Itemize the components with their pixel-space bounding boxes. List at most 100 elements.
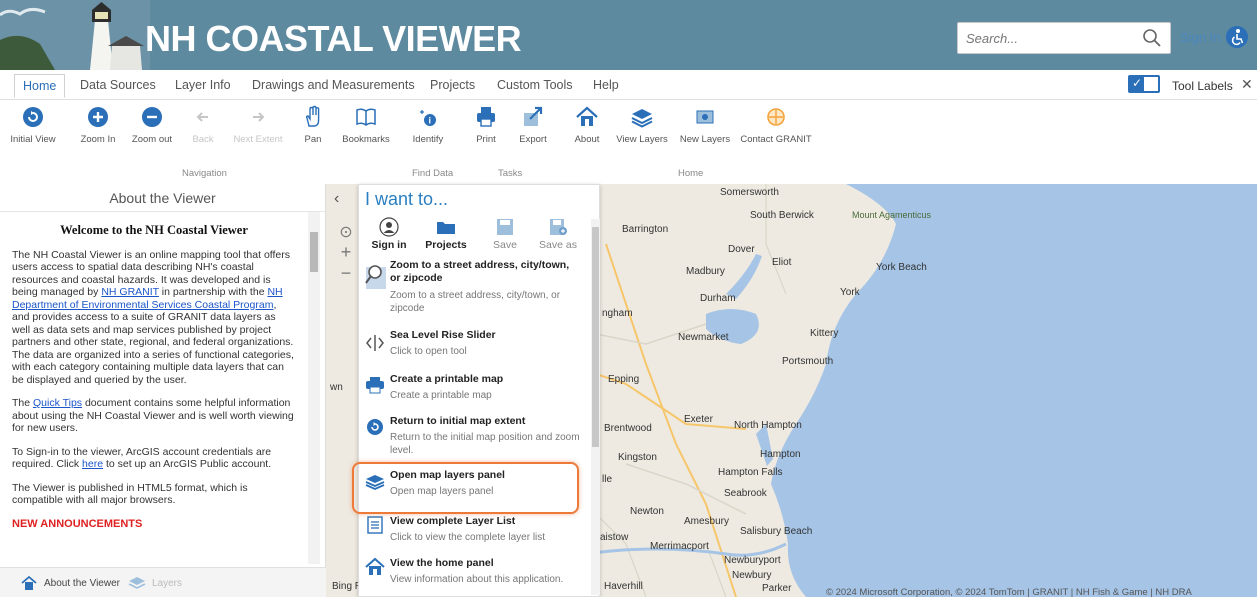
- list-item-sea-level-rise[interactable]: Sea Level Rise Slider Click to open tool: [359, 327, 591, 367]
- tab-projects[interactable]: Projects: [430, 78, 475, 92]
- panel-scrollbar[interactable]: [591, 219, 600, 595]
- quick-tips-link[interactable]: Quick Tips: [33, 397, 82, 409]
- text: to set up an ArcGIS Public account.: [103, 458, 272, 470]
- print-button[interactable]: Print: [470, 104, 502, 145]
- list-item-zoom-address[interactable]: Zoom to a street address, city/town, or …: [359, 257, 591, 321]
- tool-label: About: [574, 134, 600, 145]
- home-icon[interactable]: [20, 574, 38, 592]
- sign-in-link[interactable]: Sign In: [1180, 30, 1220, 45]
- map-label: Newburyport: [724, 555, 781, 566]
- layers-icon[interactable]: [128, 575, 146, 591]
- forward-icon: [253, 112, 265, 122]
- intro-paragraph: The NH Coastal Viewer is an online mappi…: [12, 249, 296, 387]
- zoom-in-icon[interactable]: +: [334, 242, 358, 263]
- item-description: Click to open tool: [390, 346, 467, 357]
- contact-icon: [767, 108, 785, 126]
- initial-view-icon: [23, 107, 43, 127]
- save-as-button[interactable]: Save as: [537, 217, 579, 251]
- arcgis-here-link[interactable]: here: [82, 458, 103, 470]
- list-item-initial-extent[interactable]: Return to initial map extent Return to t…: [359, 413, 591, 463]
- search-input[interactable]: [958, 23, 1128, 53]
- panel-title: About the Viewer: [0, 184, 325, 212]
- bookmarks-button[interactable]: Bookmarks: [340, 104, 392, 145]
- new-layers-button[interactable]: New Layers: [678, 104, 732, 145]
- view-layers-button[interactable]: View Layers: [614, 104, 670, 145]
- locate-icon[interactable]: ⊙: [334, 222, 358, 242]
- tab-custom-tools[interactable]: Custom Tools: [497, 78, 573, 92]
- item-title: Zoom to a street address, city/town, or …: [390, 259, 570, 284]
- html5-paragraph: The Viewer is published in HTML5 format,…: [12, 481, 248, 507]
- map-label: aistow: [600, 532, 629, 543]
- tool-label: Contact GRANIT: [740, 134, 812, 145]
- zoom-out-icon[interactable]: −: [334, 263, 358, 284]
- tool-label: Next Extent: [233, 134, 283, 145]
- tab-help[interactable]: Help: [593, 78, 619, 92]
- tool-label: Back: [192, 134, 214, 145]
- footer-tab-layers[interactable]: Layers: [152, 578, 182, 589]
- button-label: Save: [493, 239, 517, 251]
- zoom-in-button[interactable]: Zoom In: [76, 104, 120, 145]
- projects-button[interactable]: Projects: [423, 217, 469, 251]
- about-panel: About the Viewer Welcome to the NH Coast…: [0, 184, 326, 597]
- about-button[interactable]: About: [570, 104, 604, 145]
- scrollbar-thumb[interactable]: [592, 227, 599, 447]
- footer-tab-about[interactable]: About the Viewer: [44, 578, 120, 589]
- list-item-printable-map[interactable]: Create a printable map Create a printabl…: [359, 371, 591, 411]
- i-want-to-actions: Sign in Projects Save Save as: [359, 217, 591, 255]
- panel-scrollbar[interactable]: [308, 212, 320, 564]
- map-label: Madbury: [686, 266, 725, 277]
- collapse-panel-icon[interactable]: ‹: [334, 190, 339, 208]
- slider-icon: [366, 335, 384, 351]
- item-title: Return to initial map extent: [390, 415, 526, 427]
- nh-granit-link[interactable]: NH GRANIT: [101, 286, 159, 298]
- map-label: Newmarket: [678, 332, 729, 343]
- list-item-home-panel[interactable]: View the home panel View information abo…: [359, 555, 591, 595]
- back-button[interactable]: Back: [186, 104, 220, 145]
- app-title: NH COASTAL VIEWER: [145, 18, 522, 59]
- initial-view-icon: [367, 419, 383, 435]
- print-icon: [477, 107, 495, 127]
- ribbon-tabs: Home Data Sources Layer Info Drawings an…: [0, 70, 1257, 100]
- tab-drawings-and-measurements[interactable]: Drawings and Measurements: [252, 78, 415, 92]
- pan-button[interactable]: Pan: [298, 104, 328, 145]
- group-label-tasks: Tasks: [498, 168, 523, 179]
- map-label: Mount Agamenticus: [852, 210, 932, 220]
- identify-button[interactable]: i Identify: [408, 104, 448, 145]
- initial-view-button[interactable]: Initial View: [8, 104, 58, 145]
- svg-text:i: i: [429, 116, 432, 126]
- tab-layer-info[interactable]: Layer Info: [175, 78, 231, 92]
- tab-home[interactable]: Home: [14, 74, 66, 98]
- close-icon[interactable]: ✕: [1241, 76, 1253, 93]
- list-item-layer-list[interactable]: View complete Layer List Click to view t…: [359, 513, 591, 553]
- map-label: Merrimacport: [650, 541, 709, 552]
- search-box[interactable]: [957, 22, 1171, 54]
- map-label: Exeter: [684, 414, 713, 425]
- toolbar: Initial View Zoom In Zoom out Back Next …: [0, 100, 1257, 184]
- accessibility-icon[interactable]: [1226, 26, 1248, 48]
- tool-label: Print: [476, 134, 496, 145]
- map-label: York Beach: [876, 262, 927, 273]
- tool-labels-label: Tool Labels: [1172, 79, 1233, 93]
- export-button[interactable]: Export: [516, 104, 550, 145]
- next-extent-button[interactable]: Next Extent: [230, 104, 286, 145]
- button-label: Projects: [425, 239, 467, 251]
- map-label: Newton: [630, 506, 664, 517]
- save-button[interactable]: Save: [487, 217, 523, 251]
- zoom-out-icon: [142, 107, 162, 127]
- scrollbar-thumb[interactable]: [310, 232, 318, 272]
- i-want-to-title[interactable]: I want to...: [365, 189, 448, 210]
- announcements-heading: NEW ANNOUNCEMENTS: [12, 517, 143, 530]
- text: , and provides access to a suite of GRAN…: [12, 298, 294, 386]
- text: in partnership with the: [158, 286, 268, 298]
- tool-labels-toggle[interactable]: ✓: [1128, 75, 1160, 93]
- map-label: Parker: [762, 583, 792, 594]
- layers-icon: [631, 109, 653, 128]
- item-description: Create a printable map: [390, 390, 492, 401]
- tab-data-sources[interactable]: Data Sources: [80, 78, 156, 92]
- tool-label: New Layers: [679, 134, 731, 145]
- contact-granit-button[interactable]: Contact GRANIT: [740, 104, 812, 145]
- search-icon[interactable]: [1142, 28, 1162, 48]
- sign-in-button[interactable]: Sign in: [369, 217, 409, 251]
- zoom-out-button[interactable]: Zoom out: [126, 104, 178, 145]
- map-label: South Berwick: [750, 210, 814, 221]
